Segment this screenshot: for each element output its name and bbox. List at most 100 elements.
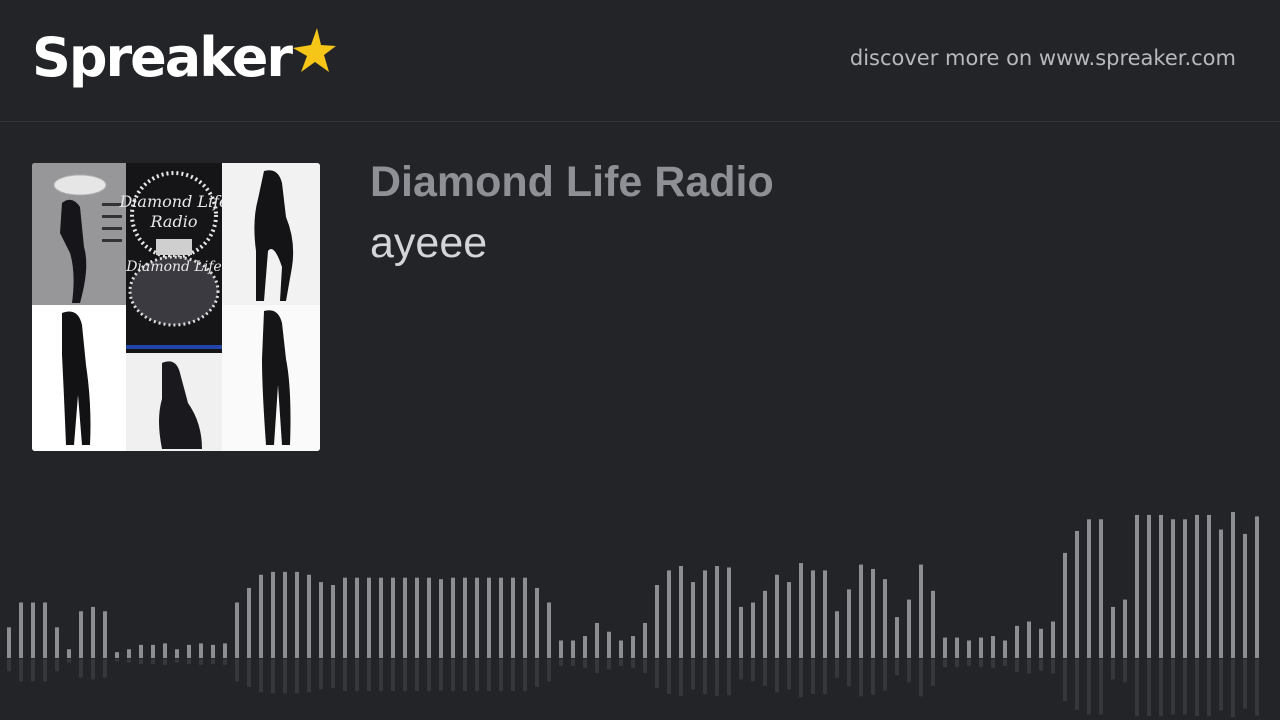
waveform-bar-reflection	[847, 659, 851, 687]
svg-text:Diamond Life: Diamond Life	[125, 259, 221, 275]
waveform-bar-reflection	[55, 659, 59, 672]
waveform-bar	[583, 636, 587, 658]
waveform-bar	[835, 611, 839, 658]
header-bar: Spreaker discover more on www.spreaker.c…	[0, 0, 1280, 122]
waveform-bar	[607, 631, 611, 658]
waveform-bar	[55, 627, 59, 658]
show-title[interactable]: Diamond Life Radio	[370, 158, 774, 207]
waveform-bar	[1003, 640, 1007, 658]
waveform-bar-reflection	[1195, 659, 1199, 717]
waveform-bar	[43, 602, 47, 658]
waveform-bar-reflection	[475, 659, 479, 692]
waveform-bar	[139, 644, 143, 658]
waveform-bar-reflection	[307, 659, 311, 693]
waveform-bar-reflection	[751, 659, 755, 682]
waveform-bar	[535, 587, 539, 658]
waveform-bar	[31, 602, 35, 658]
waveform-bar	[631, 636, 635, 658]
waveform-bar-reflection	[1063, 659, 1067, 702]
waveform-bar	[367, 577, 371, 658]
waveform-bar-reflection	[703, 659, 707, 695]
waveform-bar-reflection	[667, 659, 671, 695]
waveform-bar-reflection	[175, 659, 179, 663]
waveform-bar	[427, 577, 431, 658]
waveform-bar-reflection	[571, 659, 575, 667]
waveform-bar	[379, 577, 383, 658]
waveform-bar	[715, 566, 719, 658]
waveform-bar-reflection	[79, 659, 83, 678]
logo-wordmark: Spreaker	[32, 26, 293, 89]
waveform-bar-reflection	[679, 659, 683, 696]
waveform-bar	[811, 570, 815, 658]
waveform-bar	[571, 640, 575, 658]
waveform-bar-reflection	[691, 659, 695, 690]
waveform-bar-reflection	[331, 659, 335, 689]
waveform-bar	[511, 577, 515, 658]
waveform-bar	[451, 577, 455, 658]
waveform-bar-reflection	[139, 659, 143, 665]
waveform-bar-reflection	[619, 659, 623, 667]
cover-logo-text: Diamond Life	[118, 192, 228, 211]
waveform-bar-reflection	[895, 659, 899, 676]
waveform-bar-reflection	[211, 659, 215, 665]
waveform-bar-reflection	[535, 659, 539, 688]
waveform-bar-reflection	[1159, 659, 1163, 717]
waveform-bar-reflection	[907, 659, 911, 683]
waveform-bar-reflection	[1027, 659, 1031, 674]
waveform-bar	[1111, 606, 1115, 658]
waveform-bar-reflection	[235, 659, 239, 682]
waveform-bar-reflection	[379, 659, 383, 692]
discover-link[interactable]: discover more on www.spreaker.com	[850, 46, 1236, 70]
spreaker-logo[interactable]: Spreaker	[32, 22, 337, 98]
waveform-bar-reflection	[1219, 659, 1223, 711]
waveform-bar-reflection	[67, 659, 71, 663]
waveform-bar-reflection	[163, 659, 167, 665]
waveform-bar-reflection	[871, 659, 875, 695]
waveform-bar-reflection	[1171, 659, 1175, 715]
waveform-bar	[691, 582, 695, 658]
waveform-bar	[1015, 625, 1019, 658]
waveform-bar	[1087, 519, 1091, 658]
waveform-bar-reflection	[1183, 659, 1187, 715]
waveform-bar	[703, 570, 707, 658]
waveform-bar-reflection	[1207, 659, 1211, 717]
waveform-bar	[895, 617, 899, 658]
audio-waveform[interactable]	[0, 490, 1280, 720]
waveform-bar	[355, 577, 359, 658]
waveform-bar	[199, 643, 203, 658]
waveform-bar	[547, 602, 551, 658]
waveform-bar-reflection	[547, 659, 551, 682]
waveform-bar-reflection	[91, 659, 95, 680]
waveform-bar-reflection	[271, 659, 275, 694]
waveform-bar-reflection	[763, 659, 767, 686]
waveform-bar-reflection	[739, 659, 743, 680]
waveform-bar	[79, 611, 83, 658]
waveform-bar-reflection	[523, 659, 527, 692]
waveform-bar-reflection	[1243, 659, 1247, 709]
waveform-bar	[115, 652, 119, 658]
waveform-bar	[163, 643, 167, 658]
waveform-bar	[331, 585, 335, 658]
waveform-bar	[679, 566, 683, 658]
waveform-bar	[487, 577, 491, 658]
waveform-bar	[475, 577, 479, 658]
waveform-bar	[967, 640, 971, 658]
waveform-bar-reflection	[343, 659, 347, 692]
waveform-bar	[559, 640, 563, 658]
waveform-bar-reflection	[223, 659, 227, 665]
cover-collage: Diamond Life Radio Diamond Life	[32, 163, 320, 451]
waveform-bar-reflection	[727, 659, 731, 696]
waveform-bar	[1099, 519, 1103, 658]
waveform-bar-reflection	[775, 659, 779, 693]
waveform-bar-reflection	[811, 659, 815, 695]
waveform-bar	[1243, 533, 1247, 658]
waveform-bar	[1255, 516, 1259, 658]
waveform-bar	[391, 577, 395, 658]
waveform-bar	[271, 571, 275, 658]
waveform-bar	[751, 602, 755, 658]
waveform-bar-reflection	[823, 659, 827, 695]
waveform-bar	[991, 636, 995, 658]
waveform-bar-reflection	[31, 659, 35, 682]
star-icon	[292, 28, 336, 72]
waveform-bar-reflection	[943, 659, 947, 668]
